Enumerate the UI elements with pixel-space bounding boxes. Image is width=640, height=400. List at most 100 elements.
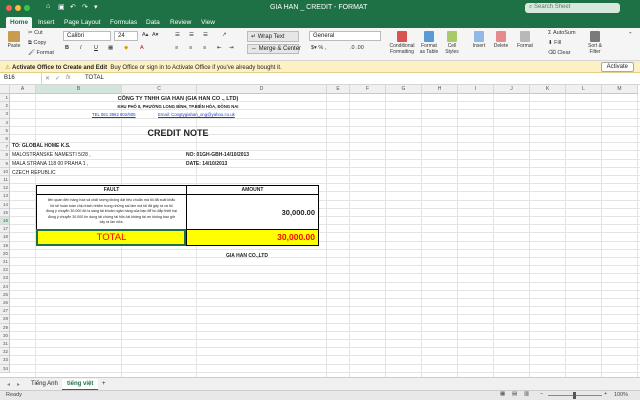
column-header[interactable]: M	[602, 85, 638, 94]
tab-review[interactable]: Review	[166, 17, 195, 28]
fault-header[interactable]: FAULT	[37, 186, 187, 195]
row-header[interactable]: 6	[0, 135, 10, 144]
row-header[interactable]: 21	[0, 258, 10, 267]
row-header[interactable]: 31	[0, 340, 10, 349]
recipient-address-1[interactable]: MALOSTRANSKE NAMESTI 5/28 ,	[12, 151, 91, 159]
function-icon[interactable]: fx	[66, 75, 71, 81]
row-header[interactable]: 9	[0, 159, 10, 168]
credit-note-number[interactable]: NO: 01GH-GBH-14/10/2013	[186, 151, 249, 159]
column-header[interactable]: B	[36, 85, 122, 94]
tab-page-layout[interactable]: Page Layout	[60, 17, 105, 28]
row-header[interactable]: 17	[0, 225, 10, 234]
cancel-icon[interactable]: ✕	[45, 75, 50, 82]
page-break-view-icon[interactable]: ▥	[524, 391, 529, 397]
cell-styles-button[interactable]: Cell Styles	[444, 31, 460, 55]
accounting-format-icon[interactable]: $▾ % ,	[311, 45, 326, 51]
align-left-icon[interactable]: ≡	[175, 45, 178, 51]
close-window-button[interactable]	[6, 5, 12, 11]
row-header[interactable]: 25	[0, 290, 10, 299]
row-header[interactable]: 11	[0, 176, 10, 185]
column-header[interactable]: L	[566, 85, 602, 94]
row-header[interactable]: 2	[0, 102, 10, 111]
font-size-select[interactable]: 24	[114, 31, 138, 41]
conditional-formatting-button[interactable]: Conditional Formatting	[388, 31, 416, 55]
row-header[interactable]: 7	[0, 143, 10, 152]
zoom-slider-thumb[interactable]	[573, 392, 576, 399]
row-header[interactable]: 3	[0, 110, 10, 119]
copy-button[interactable]: ⧉ Copy	[28, 40, 46, 47]
format-as-table-button[interactable]: Format as Table	[419, 31, 439, 55]
row-header[interactable]: 12	[0, 184, 10, 193]
font-shrink-icon[interactable]: A▾	[152, 32, 158, 38]
document-heading[interactable]: CREDIT NOTE	[36, 127, 320, 139]
save-icon[interactable]: ▣	[58, 3, 65, 11]
recipient-address-2[interactable]: MALA STRANA 118 00 PRAHA 1 ,	[12, 160, 88, 168]
home-icon[interactable]: ⌂	[46, 3, 50, 10]
tab-data[interactable]: Data	[142, 17, 164, 28]
zoom-out-icon[interactable]: −	[540, 391, 543, 397]
cut-button[interactable]: ✂ Cut	[28, 30, 43, 36]
column-header[interactable]: F	[350, 85, 386, 94]
column-header[interactable]: H	[422, 85, 458, 94]
row-header[interactable]: 1	[0, 94, 10, 103]
align-middle-icon[interactable]: ☰	[189, 32, 194, 38]
row-header[interactable]: 15	[0, 208, 10, 217]
paste-button[interactable]: Paste	[4, 31, 24, 49]
autosum-button[interactable]: Σ AutoSum	[548, 30, 576, 36]
row-header[interactable]: 34	[0, 364, 10, 373]
formula-input[interactable]: TOTAL	[85, 75, 104, 81]
zoom-in-icon[interactable]: +	[604, 391, 607, 397]
redo-icon[interactable]: ↷	[82, 3, 88, 11]
row-header[interactable]: 30	[0, 331, 10, 340]
wrap-text-button[interactable]: ↵ Wrap Text	[247, 31, 299, 42]
column-header[interactable]: K	[530, 85, 566, 94]
font-color-icon[interactable]: A	[140, 45, 144, 51]
decrease-indent-icon[interactable]: ⇤	[217, 45, 222, 51]
row-header[interactable]: 14	[0, 200, 10, 209]
row-header[interactable]: 28	[0, 315, 10, 324]
clear-button[interactable]: ⌫ Clear	[548, 50, 570, 56]
next-sheet-icon[interactable]: ▸	[12, 379, 25, 390]
align-top-icon[interactable]: ☰	[175, 32, 180, 38]
company-email[interactable]: Email: Congtygiahan_ong@yahoo.co.uk	[158, 111, 235, 119]
format-painter-button[interactable]: 🖌 Format	[28, 50, 54, 56]
spreadsheet-grid[interactable]: ABCDEFGHIJKLM 1 2 3 4 5 6 7 8 9 10 11 12 13 14 15 16 17 1…	[0, 85, 640, 377]
total-value[interactable]: 30,000.00	[187, 230, 318, 245]
amount-value[interactable]: 30,000.00	[187, 195, 318, 230]
company-name[interactable]: CÔNG TY TNHH GIA HAN (GIA HAN CO ., LTD)	[36, 95, 320, 103]
align-bottom-icon[interactable]: ☰	[203, 32, 208, 38]
row-header[interactable]: 5	[0, 126, 10, 135]
collapse-ribbon-icon[interactable]: ⌃	[628, 32, 633, 38]
borders-icon[interactable]: ▦	[108, 45, 113, 51]
column-header[interactable]: A	[10, 85, 36, 94]
company-address[interactable]: KHU PHỐ 8, PHƯỜNG LONG BÌNH, TP.BIÊN HÒA…	[36, 103, 320, 111]
row-header[interactable]: 29	[0, 323, 10, 332]
align-right-icon[interactable]: ≡	[203, 45, 206, 51]
add-sheet-icon[interactable]: +	[97, 379, 111, 389]
name-box[interactable]: B16	[0, 73, 42, 84]
decimal-icons[interactable]: .0 .00	[350, 45, 364, 51]
company-signature[interactable]: GIA HAN CO.,LTD	[226, 252, 268, 260]
merge-center-button[interactable]: ⇔ Merge & Center	[247, 44, 301, 54]
recipient-address-3[interactable]: CZECH REPUBLIC	[12, 169, 56, 177]
row-header[interactable]: 4	[0, 118, 10, 127]
sort-filter-button[interactable]: Sort & Filter	[586, 31, 604, 55]
row-header[interactable]: 13	[0, 192, 10, 201]
zoom-level[interactable]: 100%	[614, 392, 628, 398]
delete-cells-button[interactable]: Delete	[493, 31, 509, 49]
column-header[interactable]: J	[494, 85, 530, 94]
row-header[interactable]: 26	[0, 299, 10, 308]
undo-icon[interactable]: ↶	[70, 3, 76, 11]
format-cells-button[interactable]: Format	[516, 31, 534, 49]
sheet-tab-tieng-anh[interactable]: Tiếng Anh	[26, 379, 63, 389]
increase-indent-icon[interactable]: ⇥	[229, 45, 234, 51]
column-header[interactable]: I	[458, 85, 494, 94]
row-header[interactable]: 18	[0, 233, 10, 242]
row-header[interactable]: 32	[0, 348, 10, 357]
row-header[interactable]: 24	[0, 282, 10, 291]
row-header[interactable]: 23	[0, 274, 10, 283]
font-name-select[interactable]: Calibri	[63, 31, 111, 41]
row-header[interactable]: 19	[0, 241, 10, 250]
number-format-select[interactable]: General	[309, 31, 381, 41]
credit-note-date[interactable]: DATE: 14/10/2013	[186, 160, 227, 168]
